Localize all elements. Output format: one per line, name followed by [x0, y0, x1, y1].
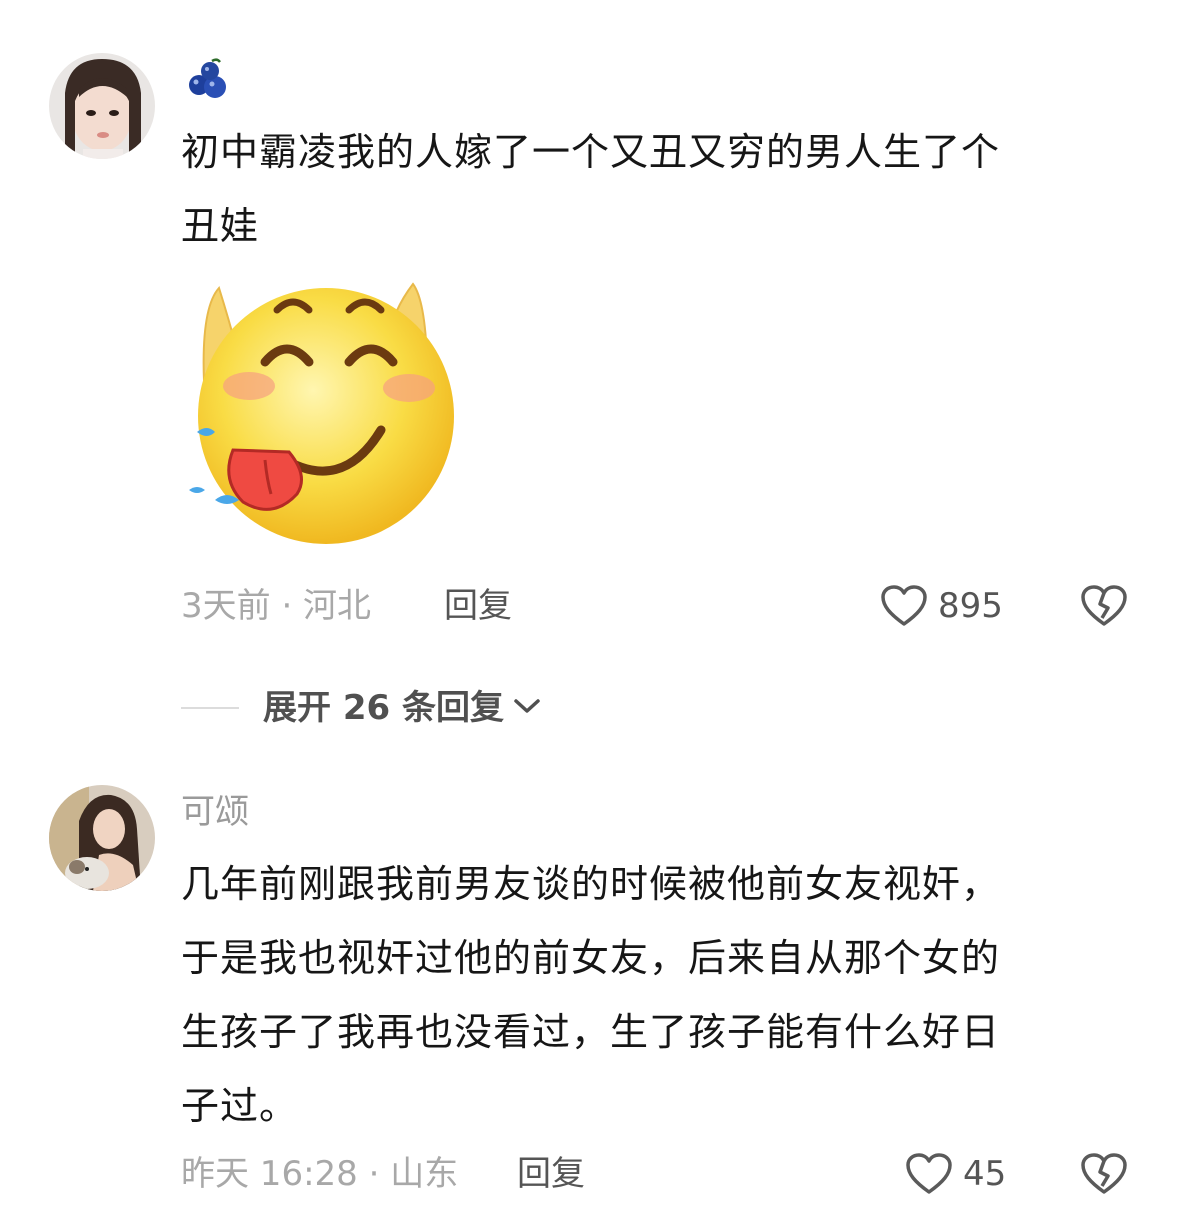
- like-count: 895: [938, 586, 1003, 626]
- reply-button[interactable]: 回复: [517, 1154, 585, 1194]
- heart-icon[interactable]: [880, 584, 928, 632]
- tongue-out-smiley-sticker[interactable]: [181, 280, 481, 550]
- comment-text-line: 生孩子了我再也没看过，生了孩子能有什么好日: [181, 1010, 1001, 1054]
- like-count: 45: [963, 1154, 1007, 1194]
- comment-text: 初中霸凌我的人嫁了一个又丑又穷的男人生了个 丑娃: [181, 115, 1131, 263]
- reply-button[interactable]: 回复: [444, 586, 512, 626]
- comment-meta: 3天前 · 河北: [181, 586, 372, 626]
- divider: [181, 707, 239, 709]
- heart-icon[interactable]: [905, 1152, 953, 1200]
- avatar[interactable]: [49, 785, 155, 891]
- broken-heart-icon[interactable]: [1080, 584, 1128, 632]
- blueberry-icon: [185, 58, 233, 104]
- broken-heart-icon[interactable]: [1080, 1152, 1128, 1200]
- comment-text-line: 几年前刚跟我前男友谈的时候被他前女友视奸，: [181, 862, 1001, 906]
- comment-text-line: 于是我也视奸过他的前女友，后来自从那个女的: [181, 936, 1001, 980]
- expand-replies[interactable]: 展开 26 条回复: [181, 688, 542, 728]
- comment-meta: 昨天 16:28 · 山东: [181, 1154, 459, 1194]
- username[interactable]: 可颂: [181, 792, 249, 832]
- comment-text-line: 子过。: [181, 1084, 299, 1128]
- comment-text-line: 初中霸凌我的人嫁了一个又丑又穷的男人生了个: [181, 130, 1001, 174]
- avatar[interactable]: [49, 53, 155, 159]
- chevron-down-icon[interactable]: [512, 696, 542, 720]
- comment-text: 几年前刚跟我前男友谈的时候被他前女友视奸， 于是我也视奸过他的前女友，后来自从那…: [181, 847, 1131, 1143]
- expand-replies-label[interactable]: 展开 26 条回复: [263, 688, 504, 728]
- comment-text-line: 丑娃: [181, 204, 260, 248]
